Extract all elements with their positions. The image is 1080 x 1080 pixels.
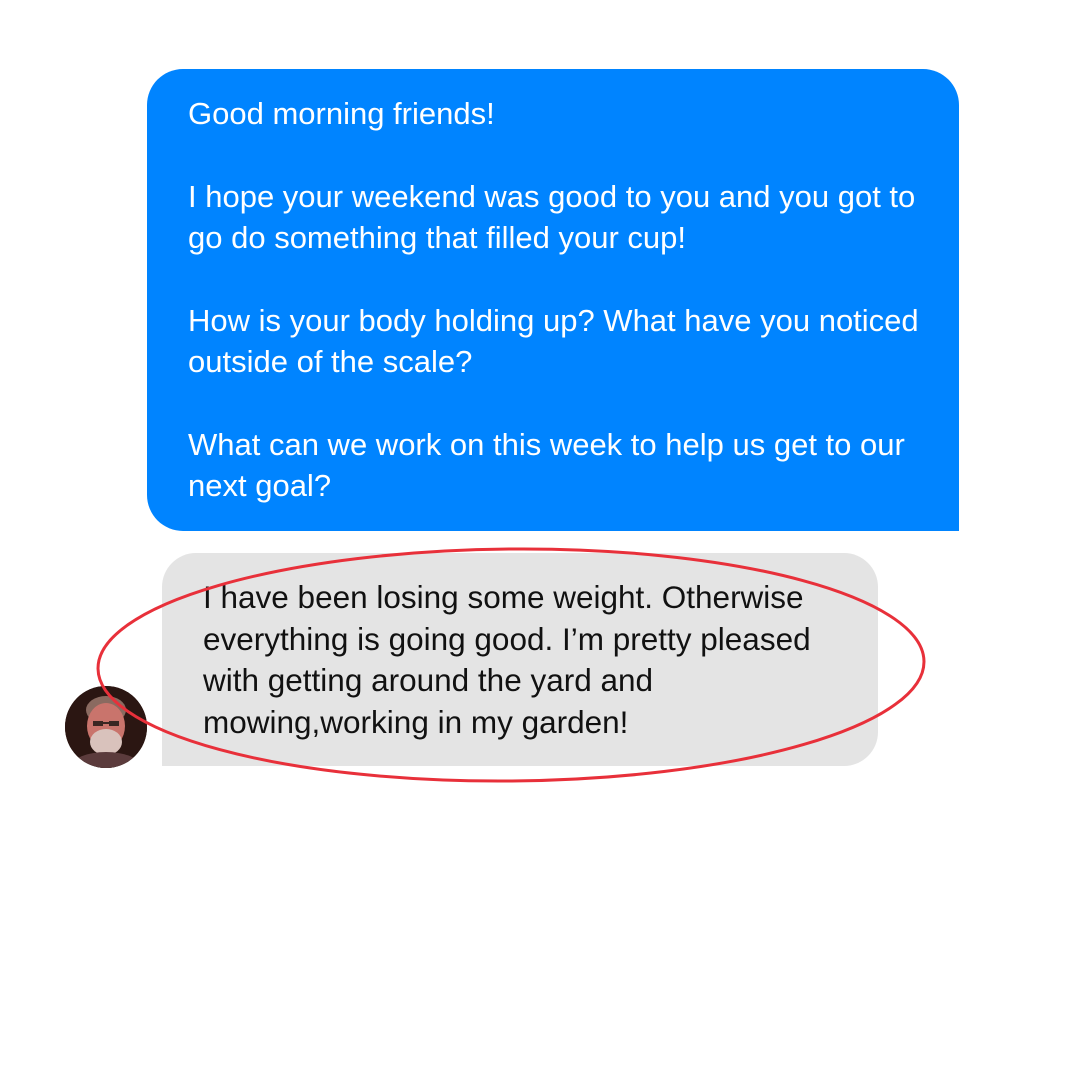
outgoing-message-paragraph: I hope your weekend was good to you and … <box>188 179 916 255</box>
outgoing-message-paragraph: How is your body holding up? What have y… <box>188 303 919 379</box>
outgoing-message-paragraph: What can we work on this week to help us… <box>188 427 905 503</box>
sender-avatar[interactable] <box>65 686 147 768</box>
incoming-message-text: I have been losing some weight. Otherwis… <box>203 579 811 740</box>
avatar-photo <box>65 686 147 768</box>
outgoing-message-paragraph: Good morning friends! <box>188 96 495 131</box>
incoming-message-bubble[interactable]: I have been losing some weight. Otherwis… <box>162 553 878 766</box>
outgoing-message-bubble[interactable]: Good morning friends! I hope your weeken… <box>147 69 959 531</box>
